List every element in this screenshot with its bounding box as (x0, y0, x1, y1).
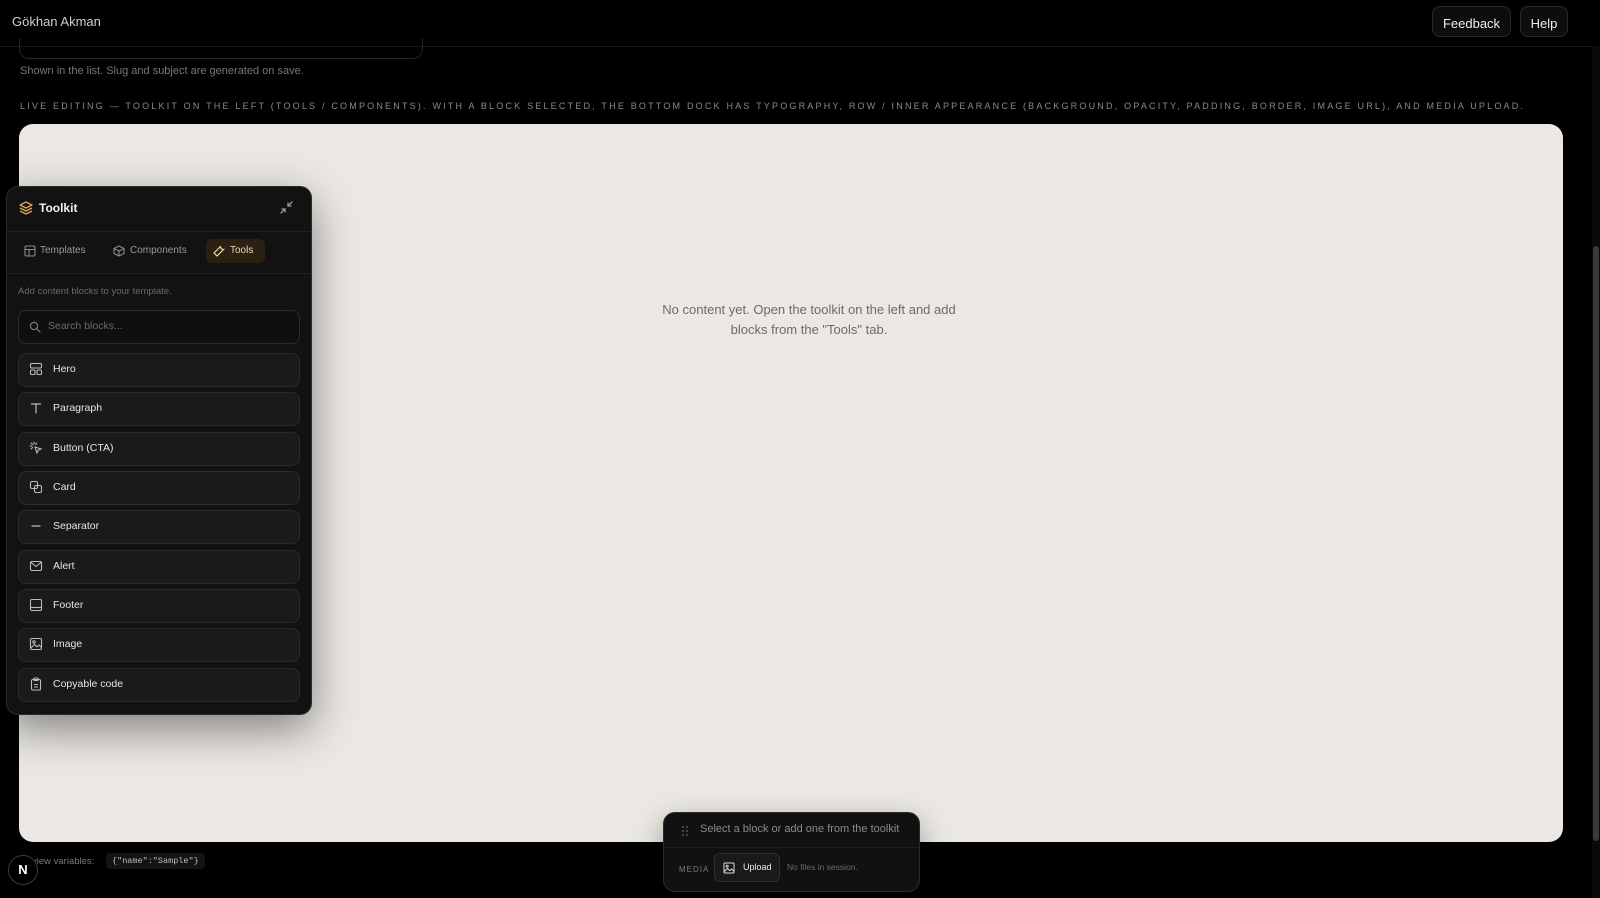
collapse-icon[interactable] (279, 200, 294, 220)
toolkit-panel: Toolkit Templates Components Tools Add c… (6, 186, 312, 715)
help-button[interactable]: Help (1520, 6, 1568, 37)
clipboard-icon (29, 677, 43, 696)
block-item-image[interactable]: Image (18, 628, 300, 662)
tab-tools-label: Tools (230, 245, 254, 256)
block-item-label: Separator (53, 520, 100, 532)
block-item-copyable-code[interactable]: Copyable code (18, 668, 300, 702)
upload-button[interactable]: Upload (714, 853, 780, 882)
upload-label: Upload (743, 862, 772, 872)
block-item-label: Alert (53, 560, 75, 572)
block-item-alert[interactable]: Alert (18, 550, 300, 584)
media-label: MEDIA (679, 865, 710, 874)
preview-variables-label: view variables: (32, 856, 95, 867)
search-placeholder: Search blocks... (48, 320, 123, 332)
shapes-icon (29, 480, 43, 499)
tab-components-label: Components (130, 245, 187, 256)
app-badge[interactable]: N (8, 855, 38, 885)
box-icon (113, 245, 125, 260)
block-item-label: Card (53, 481, 76, 493)
block-item-label: Paragraph (53, 402, 103, 414)
block-item-paragraph[interactable]: Paragraph (18, 392, 300, 426)
toolkit-title: Toolkit (39, 201, 78, 215)
toolkit-tabs: Templates Components Tools (7, 231, 311, 274)
block-item-label: Hero (53, 363, 76, 375)
panel-bottom-icon (29, 598, 43, 617)
block-item-label: Copyable code (53, 678, 124, 690)
dock-message: Select a block or add one from the toolk… (700, 823, 900, 835)
user-name: Gökhan Akman (12, 14, 101, 29)
tab-templates[interactable]: Templates (18, 239, 100, 263)
toolkit-hint: Add content blocks to your template. (18, 286, 172, 297)
mail-icon (29, 559, 43, 578)
empty-canvas-message: No content yet. Open the toolkit on the … (662, 302, 956, 337)
name-helper-text: Shown in the list. Slug and subject are … (20, 65, 304, 77)
block-item-footer[interactable]: Footer (18, 589, 300, 623)
tab-tools[interactable]: Tools (206, 239, 265, 263)
tab-components[interactable]: Components (107, 239, 200, 263)
toolkit-header: Toolkit (7, 187, 311, 232)
search-icon (29, 320, 41, 338)
preview-variables-code: {"name":"Sample"} (106, 853, 205, 869)
block-item-card[interactable]: Card (18, 471, 300, 505)
feedback-button[interactable]: Feedback (1432, 6, 1511, 37)
bottom-dock: Select a block or add one from the toolk… (663, 812, 920, 892)
scrollbar-thumb[interactable] (1593, 246, 1599, 841)
dock-status-row: Select a block or add one from the toolk… (664, 813, 919, 848)
no-files-text: No files in session. (787, 862, 858, 872)
tab-templates-label: Templates (40, 245, 86, 256)
editor-caption: LIVE EDITING — TOOLKIT ON THE LEFT (TOOL… (20, 101, 1526, 111)
block-item-label: Footer (53, 599, 84, 611)
block-item-hero[interactable]: Hero (18, 353, 300, 387)
layout-icon (24, 245, 36, 260)
page-scrollbar[interactable] (1592, 46, 1600, 898)
image-icon (723, 861, 735, 879)
layers-icon (18, 200, 34, 221)
block-search-input[interactable]: Search blocks... (18, 310, 300, 344)
block-item-separator[interactable]: Separator (18, 510, 300, 544)
image-icon (29, 637, 43, 656)
template-name-input[interactable] (19, 38, 423, 59)
drag-handle-icon[interactable] (681, 824, 689, 842)
wrench-icon (213, 245, 226, 260)
block-item-label: Image (53, 638, 83, 650)
block-item-label: Button (CTA) (53, 442, 114, 454)
pointer-click-icon (29, 441, 43, 460)
minus-icon (29, 519, 43, 538)
type-icon (29, 401, 43, 420)
layout-icon (29, 362, 43, 381)
block-item-button-cta[interactable]: Button (CTA) (18, 432, 300, 466)
